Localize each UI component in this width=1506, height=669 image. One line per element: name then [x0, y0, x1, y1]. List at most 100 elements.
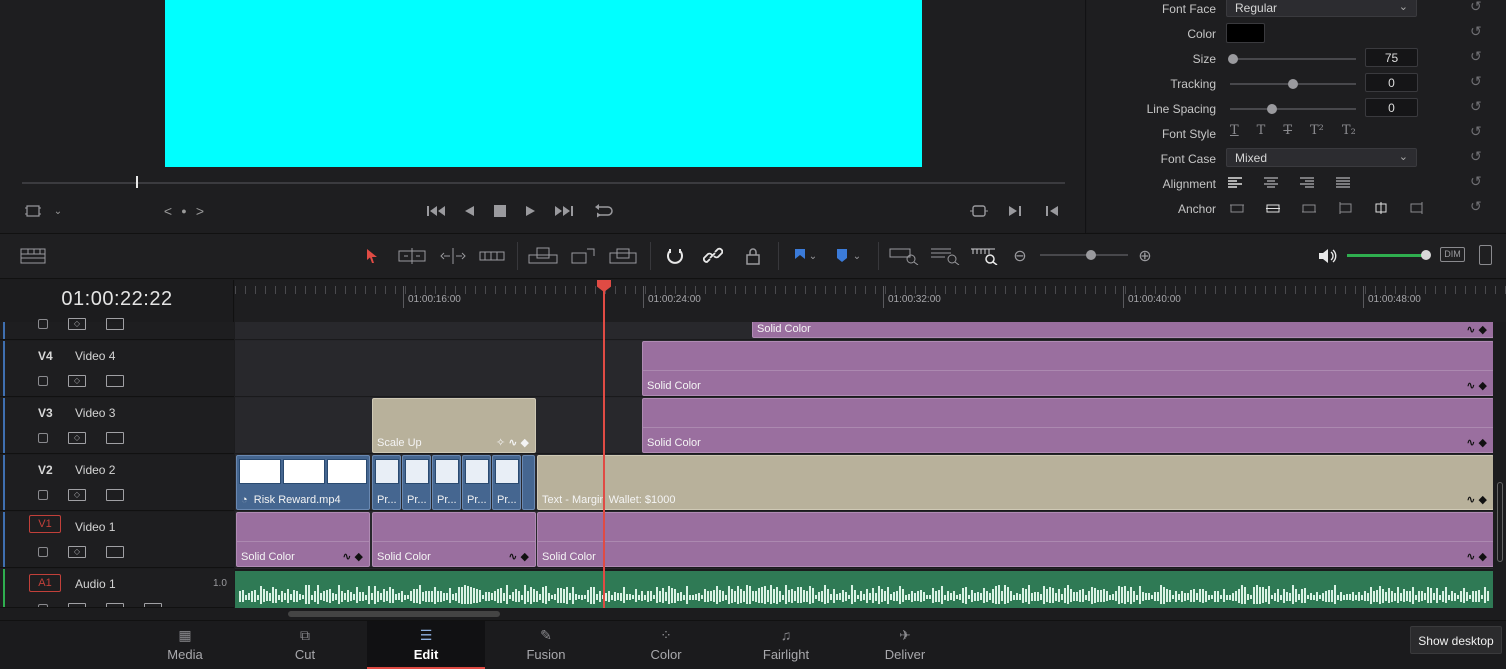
anchor-bottom-icon[interactable]: [1302, 202, 1316, 214]
track-enable-icon[interactable]: [106, 546, 124, 558]
replace-clip-icon[interactable]: [608, 246, 638, 266]
track-header-v1[interactable]: V1 Video 1 ◇: [0, 512, 234, 568]
viewer-scrubber[interactable]: [22, 182, 1065, 184]
track-name[interactable]: Video 4: [75, 349, 115, 363]
align-justify-icon[interactable]: [1336, 177, 1350, 189]
lock-icon[interactable]: [38, 376, 48, 386]
strikethrough-icon[interactable]: T: [1283, 123, 1292, 138]
reset-icon[interactable]: ↺: [1470, 23, 1482, 40]
anchor-left-icon[interactable]: [1338, 202, 1352, 214]
size-value[interactable]: 75: [1365, 48, 1418, 67]
timeline-clip[interactable]: Solid Color ∿ ◆: [642, 398, 1493, 453]
align-left-icon[interactable]: [1228, 177, 1242, 189]
page-tab-deliver[interactable]: ✈ Deliver: [846, 621, 964, 669]
align-center-icon[interactable]: [1264, 177, 1278, 189]
line-spacing-slider[interactable]: [1230, 108, 1356, 110]
lock-icon[interactable]: [38, 490, 48, 500]
timeline-clip[interactable]: Solid Color ∿ ◆: [236, 512, 370, 567]
color-swatch[interactable]: [1226, 23, 1265, 43]
track-enable-icon[interactable]: [106, 375, 124, 387]
play-icon[interactable]: [522, 201, 540, 221]
page-tab-fusion[interactable]: ✎ Fusion: [487, 621, 605, 669]
timeline-view-options-icon[interactable]: [18, 246, 48, 266]
viewer-next-icon[interactable]: >: [192, 201, 208, 221]
position-lock-icon[interactable]: [741, 246, 765, 266]
track-header-v4[interactable]: V4 Video 4 ◇: [0, 341, 234, 397]
reset-icon[interactable]: ↺: [1470, 73, 1482, 90]
stop-icon[interactable]: [491, 201, 509, 221]
loop-icon[interactable]: [592, 201, 614, 221]
play-reverse-icon[interactable]: [460, 201, 478, 221]
viewer-frame-size-icon[interactable]: [22, 201, 44, 221]
lock-icon[interactable]: [38, 433, 48, 443]
reset-icon[interactable]: ↺: [1470, 0, 1482, 15]
vertical-scrollbar[interactable]: [1495, 322, 1506, 608]
dim-icon[interactable]: DIM: [1440, 247, 1465, 262]
track-id[interactable]: V1: [29, 515, 61, 533]
auto-select-icon[interactable]: ◇: [68, 432, 86, 444]
size-slider[interactable]: [1230, 58, 1356, 60]
lock-icon[interactable]: [38, 547, 48, 557]
timeline-clip[interactable]: Pr...: [372, 455, 401, 510]
match-frame-icon[interactable]: [968, 201, 990, 221]
volume-slider[interactable]: [1347, 254, 1427, 257]
zoom-slider[interactable]: [1040, 254, 1128, 256]
auto-select-icon[interactable]: ◇: [68, 546, 86, 558]
insert-clip-icon[interactable]: [528, 246, 558, 266]
horizontal-scrollbar-thumb[interactable]: [288, 611, 500, 617]
track-name[interactable]: Video 1: [75, 520, 115, 534]
track-enable-icon[interactable]: [106, 489, 124, 501]
underline-icon[interactable]: T: [1230, 123, 1239, 138]
viewer-frame[interactable]: [165, 0, 922, 167]
blade-edit-mode-icon[interactable]: [479, 246, 505, 266]
anchor-center-icon[interactable]: [1374, 202, 1388, 214]
viewer-scrubber-head[interactable]: [136, 176, 138, 188]
superscript-icon[interactable]: T²: [1310, 123, 1324, 138]
reset-icon[interactable]: ↺: [1470, 173, 1482, 190]
line-spacing-slider-knob[interactable]: [1267, 104, 1277, 114]
trim-edit-mode-icon[interactable]: [398, 246, 426, 266]
selection-mode-icon[interactable]: [360, 246, 384, 266]
page-tab-cut[interactable]: ⧉ Cut: [246, 621, 364, 669]
viewer-prev-icon[interactable]: <: [160, 201, 176, 221]
playhead-line[interactable]: [603, 289, 605, 608]
timeline-clip[interactable]: Solid Color ∿ ◆: [537, 512, 1493, 567]
timeline-tracks[interactable]: Solid Color ∿ ◆ Solid Color ∿ ◆ Scale Up…: [235, 322, 1493, 608]
track-enable-icon[interactable]: [106, 432, 124, 444]
overwrite-clip-icon[interactable]: [570, 246, 596, 266]
track-header-v3[interactable]: V3 Video 3 ◇: [0, 398, 234, 454]
reset-icon[interactable]: ↺: [1470, 148, 1482, 165]
audio-clip[interactable]: [235, 571, 1493, 608]
size-slider-knob[interactable]: [1228, 54, 1238, 64]
detail-zoom-icon[interactable]: [930, 246, 960, 266]
viewer-options-chevron-icon[interactable]: ⌄: [50, 201, 66, 221]
timeline-clip[interactable]: Solid Color ∿ ◆: [372, 512, 536, 567]
snapping-icon[interactable]: [663, 246, 687, 266]
timeline-clip[interactable]: Scale Up ✧ ∿ ◆: [372, 398, 536, 453]
line-spacing-value[interactable]: 0: [1365, 98, 1418, 117]
timeline-clip[interactable]: Pr...: [462, 455, 491, 510]
anchor-middle-icon[interactable]: [1266, 202, 1280, 214]
timeline-clip[interactable]: [522, 455, 535, 510]
go-to-first-frame-icon[interactable]: [425, 201, 447, 221]
flag-options-chevron-icon[interactable]: ⌄: [806, 246, 820, 266]
timeline-timecode[interactable]: 01:00:22:22: [0, 288, 234, 311]
marker-options-chevron-icon[interactable]: ⌄: [850, 246, 864, 266]
timeline-clip[interactable]: Pr...: [402, 455, 431, 510]
track-id[interactable]: A1: [29, 574, 61, 592]
track-name[interactable]: Video 3: [75, 406, 115, 420]
text-style-icon[interactable]: T: [1257, 123, 1266, 138]
align-right-icon[interactable]: [1300, 177, 1314, 189]
track-header-v2[interactable]: V2 Video 2 ◇: [0, 455, 234, 511]
vertical-scrollbar-thumb[interactable]: [1497, 482, 1503, 562]
track-name[interactable]: Video 2: [75, 463, 115, 477]
zoom-slider-knob[interactable]: [1086, 250, 1096, 260]
page-tab-fairlight[interactable]: ♫ Fairlight: [727, 621, 845, 669]
page-tab-media[interactable]: ▦ Media: [126, 621, 244, 669]
dynamic-trim-mode-icon[interactable]: [440, 246, 466, 266]
timeline-clip[interactable]: Pr...: [432, 455, 461, 510]
subscript-icon[interactable]: T₂: [1342, 123, 1356, 138]
reset-icon[interactable]: ↺: [1470, 98, 1482, 115]
audio-meter-icon[interactable]: [1479, 245, 1492, 265]
reset-icon[interactable]: ↺: [1470, 198, 1482, 215]
